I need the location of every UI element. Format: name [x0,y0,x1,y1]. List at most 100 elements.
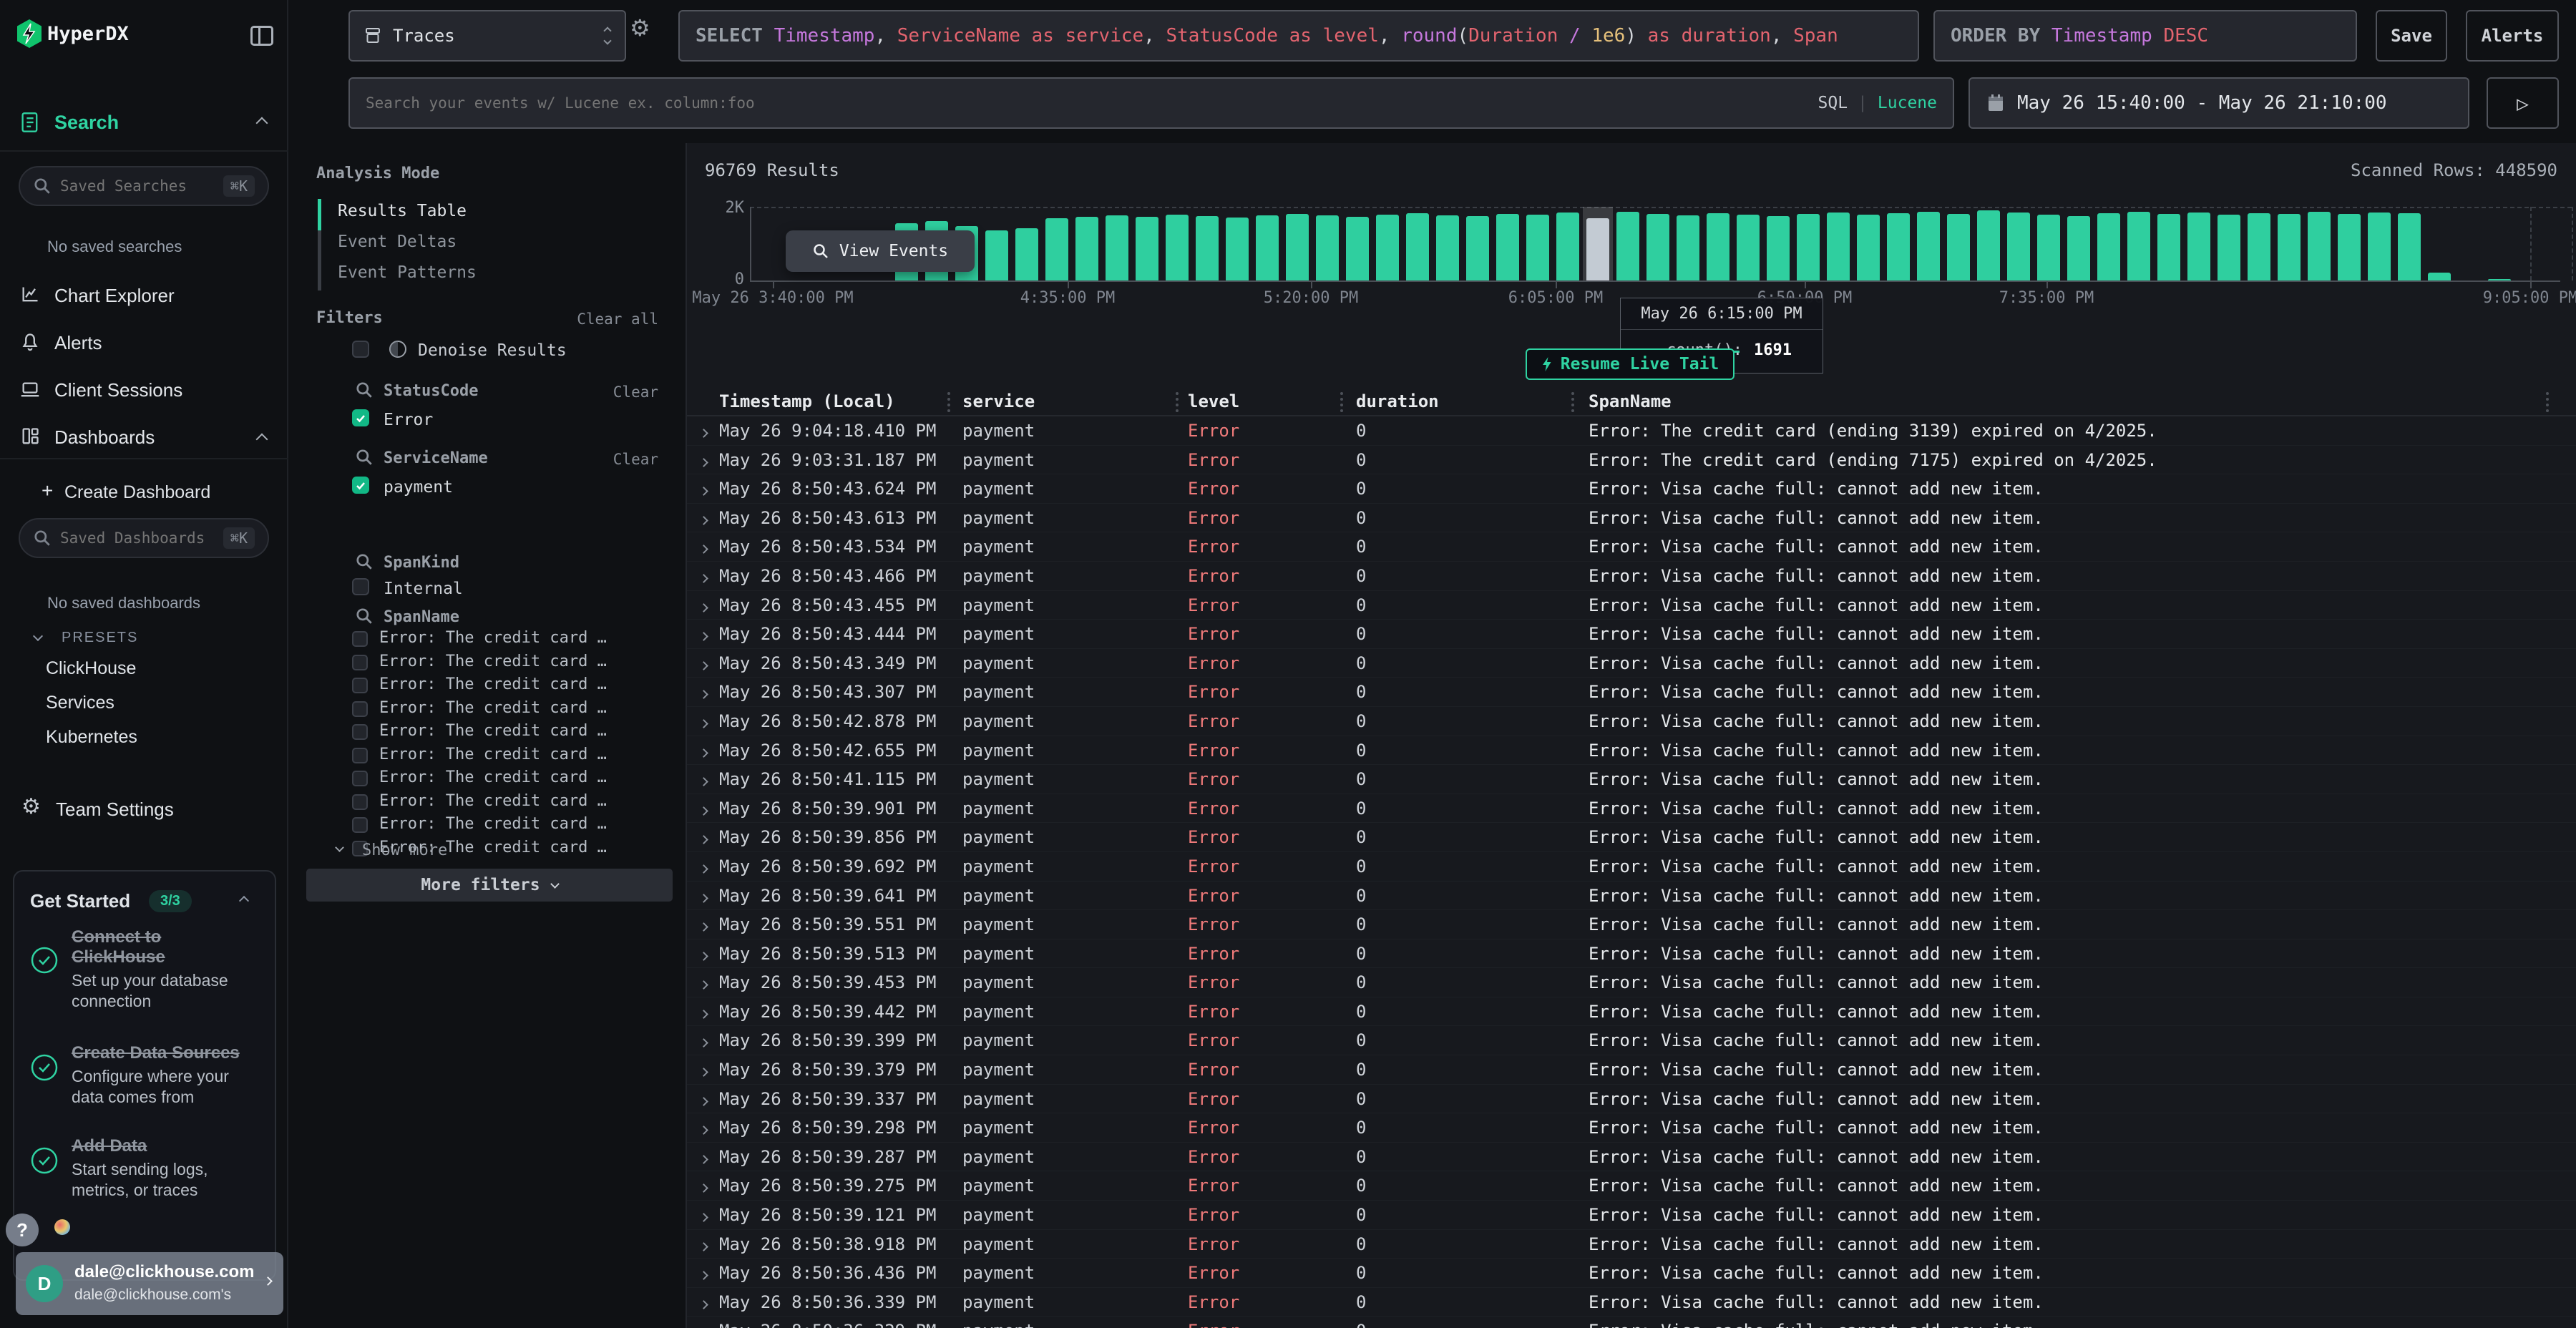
save-button[interactable]: Save [2376,10,2447,62]
table-row[interactable]: May 26 8:50:39.298 PMpaymentError0Error:… [687,1113,2576,1143]
table-row[interactable]: May 26 8:50:38.918 PMpaymentError0Error:… [687,1230,2576,1259]
run-query-button[interactable]: ▷ [2487,77,2559,129]
histogram-bar[interactable] [2248,213,2270,280]
chevron-up-icon[interactable] [256,434,268,446]
clear-all-link[interactable]: Clear all [577,311,658,328]
column-drag-handle[interactable] [2546,392,2549,395]
user-menu[interactable]: D dale@clickhouse.com dale@clickhouse.co… [16,1252,283,1315]
histogram-bar[interactable] [1496,214,1519,280]
column-drag-handle[interactable] [1176,392,1179,395]
histogram-bar[interactable] [1857,215,1880,280]
get-started-item[interactable]: Connect to ClickHouse Set up your databa… [30,927,259,1012]
histogram-bar[interactable] [1166,215,1189,280]
alerts-button[interactable]: Alerts [2466,10,2559,62]
row-expand-chevron-icon[interactable] [701,532,707,562]
column-header-level[interactable]: level [1188,386,1239,416]
source-settings-gear-icon[interactable]: ⚙ [630,14,650,42]
table-row[interactable]: May 26 8:50:43.613 PMpaymentError0Error:… [687,504,2576,533]
histogram-bar[interactable] [1136,217,1158,280]
row-expand-chevron-icon[interactable] [701,1288,707,1317]
row-expand-chevron-icon[interactable] [701,562,707,591]
column-header-timestamp[interactable]: Timestamp (Local) [719,386,895,416]
table-row[interactable]: May 26 8:50:39.856 PMpaymentError0Error:… [687,823,2576,852]
filter-checkbox-spanname[interactable] [352,794,368,810]
row-expand-chevron-icon[interactable] [701,794,707,824]
sidebar-item-client-sessions[interactable]: Client Sessions [0,375,288,409]
clear-link[interactable]: Clear [613,384,658,401]
histogram-bar[interactable] [2187,213,2210,280]
table-row[interactable]: May 26 8:50:39.121 PMpaymentError0Error:… [687,1201,2576,1230]
histogram-bar[interactable] [1075,217,1098,280]
table-row[interactable]: May 26 8:50:39.453 PMpaymentError0Error:… [687,968,2576,997]
histogram-bar[interactable] [1286,214,1309,280]
row-expand-chevron-icon[interactable] [701,997,707,1027]
filter-option-label[interactable]: Error: The credit card … [379,722,607,740]
filter-option-label[interactable]: Error: The credit card … [379,815,607,833]
saved-dashboards-field[interactable] [60,529,223,547]
mode-event-patterns[interactable]: Event Patterns [338,263,477,282]
table-row[interactable]: May 26 8:50:36.436 PMpaymentError0Error:… [687,1259,2576,1288]
filter-option-label[interactable]: Error: The credit card … [379,653,607,670]
filter-checkbox-spanname[interactable] [352,748,368,763]
table-row[interactable]: May 26 8:50:39.337 PMpaymentError0Error:… [687,1085,2576,1114]
filter-checkbox-error[interactable] [352,409,369,426]
create-dashboard-button[interactable]: + Create Dashboard [0,478,288,509]
sidebar-item-search[interactable]: Search [0,106,288,143]
table-row[interactable]: May 26 8:50:43.624 PMpaymentError0Error:… [687,474,2576,504]
search-icon[interactable] [355,448,374,467]
table-row[interactable]: May 26 8:50:39.901 PMpaymentError0Error:… [687,794,2576,824]
histogram-bar[interactable] [1827,213,1850,280]
search-icon[interactable] [355,552,374,571]
histogram-bar[interactable] [2308,212,2331,280]
table-row[interactable]: May 26 8:50:39.513 PMpaymentError0Error:… [687,939,2576,969]
more-filters-button[interactable]: More filters [306,869,673,902]
histogram-bar[interactable] [1406,213,1429,280]
filter-checkbox-internal[interactable] [352,578,369,595]
histogram-bar[interactable] [1196,216,1219,280]
histogram-bar[interactable] [2097,213,2120,280]
histogram-bar[interactable] [2007,213,2030,280]
histogram-bar[interactable] [1887,213,1910,280]
collapse-sidebar-icon[interactable] [250,26,273,46]
table-row[interactable]: May 26 8:50:39.442 PMpaymentError0Error:… [687,997,2576,1027]
histogram-bar[interactable] [1677,215,1699,280]
saved-dashboards-input[interactable]: ⌘K [19,518,269,558]
filter-checkbox-spanname[interactable] [352,631,368,647]
table-row[interactable]: May 26 8:50:36.339 PMpaymentError0Error:… [687,1288,2576,1317]
row-expand-chevron-icon[interactable] [701,968,707,997]
view-events-button[interactable]: View Events [786,230,975,272]
sidebar-item-team-settings[interactable]: ⚙ Team Settings [0,793,288,827]
saved-searches-input[interactable]: ⌘K [19,166,269,206]
event-search-input[interactable] [366,94,1818,112]
table-row[interactable]: May 26 8:50:43.444 PMpaymentError0Error:… [687,620,2576,649]
row-expand-chevron-icon[interactable] [701,1085,707,1114]
chevron-up-icon[interactable] [239,896,249,906]
sidebar-item-chart-explorer[interactable]: Chart Explorer [0,280,288,315]
column-header-spanname[interactable]: SpanName [1589,386,1672,416]
row-expand-chevron-icon[interactable] [701,591,707,620]
histogram-bar[interactable] [1015,228,1038,280]
help-button[interactable]: ? [6,1214,39,1246]
row-expand-chevron-icon[interactable] [701,736,707,766]
source-select[interactable]: Traces [348,10,626,62]
filter-option-label[interactable]: Internal [384,580,463,598]
histogram-bar[interactable] [1226,218,1249,280]
histogram-bar[interactable] [2127,212,2150,280]
table-row[interactable]: May 26 8:50:39.641 PMpaymentError0Error:… [687,882,2576,911]
filter-option-label[interactable]: Error: The credit card … [379,792,607,810]
filter-option-label[interactable]: Error: The credit card … [379,746,607,763]
table-row[interactable]: May 26 8:50:43.307 PMpaymentError0Error:… [687,678,2576,707]
filter-option-label[interactable]: payment [384,478,453,497]
row-expand-chevron-icon[interactable] [701,1201,707,1230]
filter-checkbox-spanname[interactable] [352,655,368,670]
presets-header[interactable]: PRESETS [0,627,288,655]
mode-event-deltas[interactable]: Event Deltas [338,233,457,251]
lang-toggle-sql[interactable]: SQL [1818,94,1848,112]
histogram-bar[interactable] [1917,212,1940,280]
histogram-bar[interactable] [2067,216,2090,280]
resume-live-tail-button[interactable]: Resume Live Tail [1526,348,1735,380]
histogram-bar[interactable] [1556,213,1579,280]
row-expand-chevron-icon[interactable] [701,474,707,504]
sidebar-item-dashboards[interactable]: Dashboards [0,422,288,456]
row-expand-chevron-icon[interactable] [701,1259,707,1288]
